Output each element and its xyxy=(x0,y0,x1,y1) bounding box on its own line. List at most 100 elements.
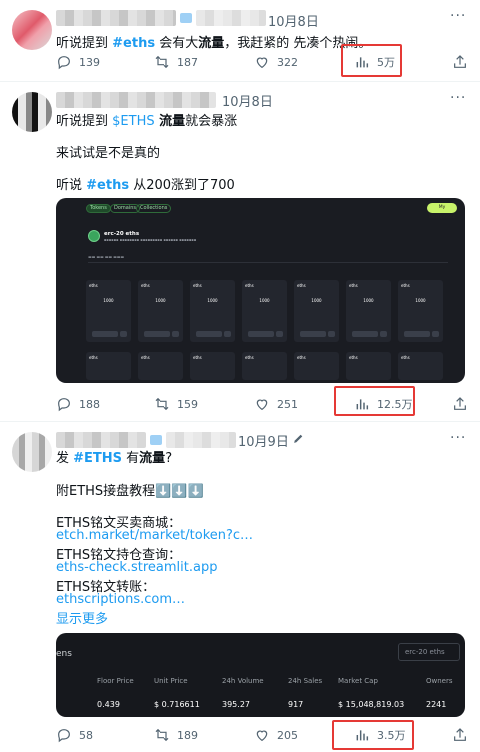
cart-icon xyxy=(120,331,127,337)
listing-tile: eths xyxy=(294,352,339,380)
stat-label: 24h Volume xyxy=(222,677,264,685)
show-more-link[interactable]: 显示更多 xyxy=(56,608,108,627)
tile-buy-button xyxy=(404,331,430,337)
tile-amount: 1000 xyxy=(363,298,374,303)
more-icon[interactable]: ··· xyxy=(450,8,466,24)
cart-icon xyxy=(224,331,231,337)
stat-label: Owners xyxy=(426,677,453,685)
views-highlight-box xyxy=(341,44,402,77)
stat-value: $ 15,048,819.03 xyxy=(338,700,405,709)
check-link[interactable]: eths-check.streamlit.app xyxy=(56,560,217,575)
stat-value: 0.439 xyxy=(97,700,120,709)
tweet-date[interactable]: 10月8日 xyxy=(222,91,273,110)
separator-dot: · xyxy=(284,431,289,446)
like-button[interactable]: 322 xyxy=(254,52,298,72)
ethscriptions-link[interactable]: ethscriptions.com… xyxy=(56,592,185,607)
tile-buy-button xyxy=(300,331,326,337)
token-logo-icon xyxy=(88,230,100,242)
reply-button[interactable]: 188 xyxy=(56,394,100,414)
avatar[interactable] xyxy=(12,10,52,50)
retweet-button[interactable]: 189 xyxy=(154,725,198,745)
tab-tokens: Tokens xyxy=(86,204,111,213)
reply-button[interactable]: 139 xyxy=(56,52,100,72)
tweet-date[interactable]: 10月9日 xyxy=(238,431,289,450)
retweet-button[interactable]: 187 xyxy=(154,52,198,72)
listing-tile: eths 1000 xyxy=(242,280,287,342)
listing-tile: eths xyxy=(190,352,235,380)
tweet-date[interactable]: 10月8日 xyxy=(268,11,319,30)
tile-buy-button xyxy=(352,331,378,337)
avatar[interactable] xyxy=(12,432,52,472)
stat-label: Market Cap xyxy=(338,677,378,685)
reply-icon xyxy=(58,56,70,70)
stat-value: 917 xyxy=(288,700,304,709)
listing-tile: eths xyxy=(242,352,287,380)
tile-ticker: eths xyxy=(141,283,150,288)
retweet-button[interactable]: 159 xyxy=(154,394,198,414)
tweet-text-line-2: 来试试是不是真的 xyxy=(56,146,161,161)
retweet-icon xyxy=(155,397,169,411)
hashtag-link[interactable]: #ETHS xyxy=(73,451,122,466)
tile-amount: 1000 xyxy=(103,298,114,303)
listing-tile: eths 1000 xyxy=(294,280,339,342)
tile-ticker: eths xyxy=(349,355,358,360)
tile-ticker: eths xyxy=(89,355,98,360)
stat-value: $ 0.716611 xyxy=(154,700,200,709)
tile-amount: 1000 xyxy=(311,298,322,303)
reply-button[interactable]: 58 xyxy=(56,725,93,745)
share-button[interactable] xyxy=(452,52,475,72)
retweet-icon xyxy=(155,728,169,742)
author-name-redacted xyxy=(56,10,176,26)
hashtag-link[interactable]: #eths xyxy=(112,36,155,51)
author-name-redacted xyxy=(56,92,216,108)
author-name-redacted xyxy=(56,432,146,448)
share-button[interactable] xyxy=(452,725,475,745)
edit-pencil-icon[interactable] xyxy=(292,432,305,445)
like-icon xyxy=(256,57,268,69)
share-button[interactable] xyxy=(452,394,475,414)
author-handle-redacted xyxy=(166,432,236,448)
like-button[interactable]: 251 xyxy=(254,394,298,414)
cart-icon xyxy=(432,331,439,337)
more-icon[interactable]: ··· xyxy=(450,430,466,446)
cart-icon xyxy=(328,331,335,337)
like-icon xyxy=(256,399,268,411)
tile-ticker: eths xyxy=(401,355,410,360)
cashtag-link[interactable]: $ETHS xyxy=(112,114,154,129)
stats-search-input: erc-20 eths xyxy=(398,643,460,661)
tile-ticker: eths xyxy=(401,283,410,288)
tweet-1[interactable]: 10月8日 ··· 听说提到 #eths 会有大流量，我赶紧的 先凑个热闹。 1… xyxy=(0,0,480,82)
cart-icon xyxy=(276,331,283,337)
tweet-text-line-3: 听说 #eths 从200涨到了700 xyxy=(56,178,235,193)
tile-ticker: eths xyxy=(297,355,306,360)
listing-tile: eths 1000 xyxy=(138,280,183,342)
tweet-text-line-1: 发 #ETHS 有流量? xyxy=(56,451,173,466)
hashtag-link[interactable]: #eths xyxy=(86,178,129,193)
stat-label: Floor Price xyxy=(97,677,134,685)
listing-tile: eths 1000 xyxy=(346,280,391,342)
stat-value: 395.27 xyxy=(222,700,250,709)
token-stats: ▪▪▪▪▪▪ ▪▪▪▪▪▪▪▪ ▪▪▪▪▪▪▪▪▪ ▪▪▪▪▪▪ ▪▪▪▪▪▪▪ xyxy=(104,238,197,242)
tweet-text: 听说提到 #eths 会有大流量，我赶紧的 先凑个热闹。 xyxy=(56,36,372,51)
collection-name: ens xyxy=(56,649,72,659)
tile-amount: 1000 xyxy=(207,298,218,303)
reply-icon xyxy=(58,398,70,412)
marketplace-screenshot[interactable]: Tokens Domains Collections My Inscriptio… xyxy=(56,198,465,383)
verified-badge-redacted xyxy=(180,13,192,23)
stats-screenshot[interactable]: ens erc-20 eths Floor Price Unit Price 2… xyxy=(56,633,465,717)
verified-badge-redacted xyxy=(150,435,162,445)
stat-label: 24h Sales xyxy=(288,677,323,685)
views-highlight-box xyxy=(334,386,415,416)
listing-tile: eths xyxy=(346,352,391,380)
share-icon xyxy=(454,728,466,741)
action-bar: 139 187 322 5万 xyxy=(56,52,470,72)
more-icon[interactable]: ··· xyxy=(450,90,466,106)
market-link[interactable]: etch.market/market/token?c… xyxy=(56,528,253,543)
tile-ticker: eths xyxy=(141,355,150,360)
stat-label: Unit Price xyxy=(154,677,188,685)
tile-ticker: eths xyxy=(89,283,98,288)
like-button[interactable]: 205 xyxy=(254,725,298,745)
avatar[interactable] xyxy=(12,92,52,132)
tile-buy-button xyxy=(144,331,170,337)
tweet-text-line-1: 听说提到 $ETHS 流量就会暴涨 xyxy=(56,114,238,129)
